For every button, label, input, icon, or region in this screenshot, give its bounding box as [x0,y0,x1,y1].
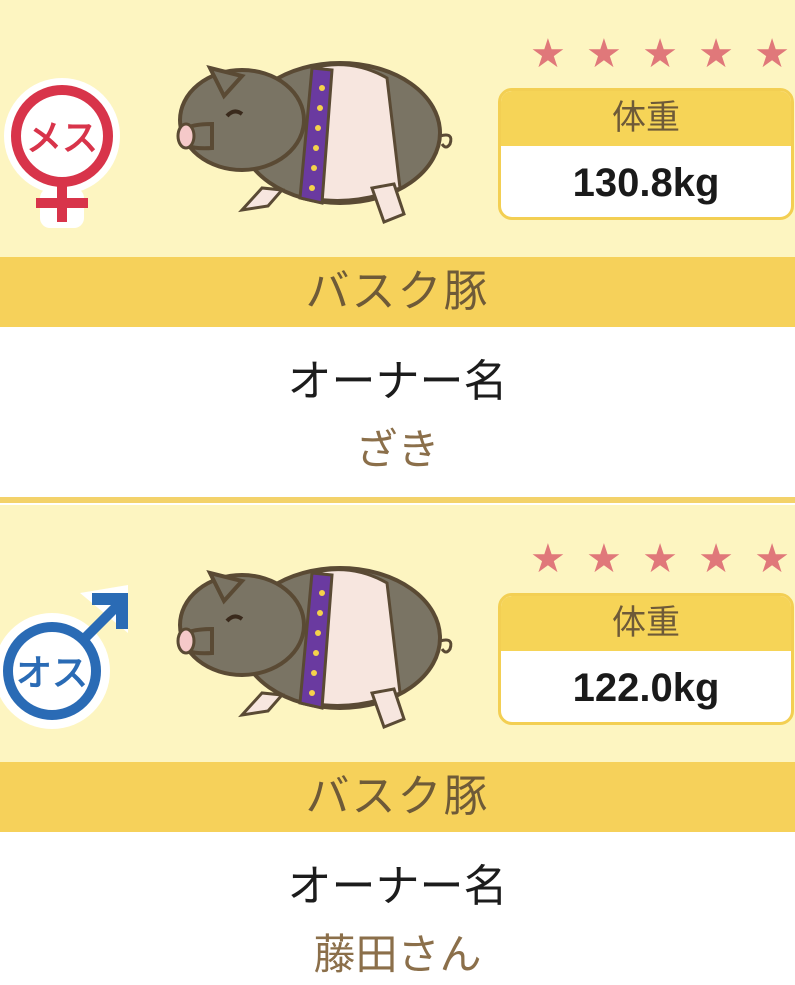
owner-label: オーナー名 [287,356,508,407]
star-icon: ★ [642,536,678,582]
star-icon: ★ [530,31,566,77]
star-icon: ★ [586,31,622,77]
rating-stars: ★ ★ ★ ★ ★ [530,535,790,583]
pig-illustration [176,566,453,729]
weight-box: 体重 130.8kg [498,88,794,220]
star-icon: ★ [754,31,790,77]
weight-label: 体重 [501,91,791,146]
owner-label: オーナー名 [287,861,508,912]
star-icon: ★ [698,31,734,77]
star-icon: ★ [754,536,790,582]
pig-card-header: オス ★ ★ ★ ★ ★ 体重 122.0kg [0,505,795,762]
rating-stars: ★ ★ ★ ★ ★ [530,30,790,78]
weight-value: 122.0kg [572,666,720,710]
star-icon: ★ [698,536,734,582]
breed-name: バスク豚 [0,257,795,327]
owner-name: 藤田さん [313,930,482,979]
gender-label: オス [16,653,88,694]
weight-box: 体重 122.0kg [498,593,794,725]
pig-illustration [176,61,453,224]
gender-label: メス [26,118,98,159]
star-icon: ★ [530,536,566,582]
weight-label: 体重 [501,596,791,651]
card-divider [0,497,795,503]
owner-name: ざき [355,425,440,474]
female-gender-icon: メス [4,78,120,228]
star-icon: ★ [586,536,622,582]
weight-value: 130.8kg [572,161,720,205]
star-icon: ★ [642,31,678,77]
male-gender-icon: オス [0,585,128,729]
breed-name: バスク豚 [0,762,795,832]
pig-card-header: メス ★ ★ ★ ★ ★ 体重 130.8kg [0,0,795,257]
